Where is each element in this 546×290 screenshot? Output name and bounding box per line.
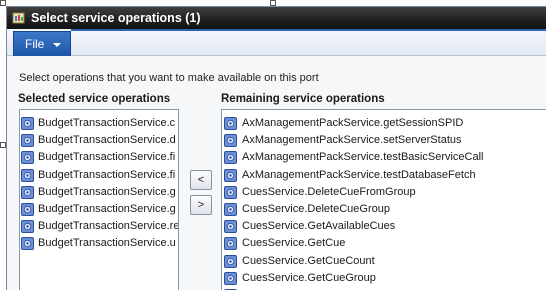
list-item-label: AxManagementPackService.testDatabaseFetc… [242, 168, 476, 181]
app-icon [12, 12, 25, 24]
chevron-down-icon [53, 43, 61, 47]
list-item[interactable]: BudgetTransactionService.u [20, 235, 178, 252]
move-right-button[interactable]: > [190, 195, 212, 215]
list-item[interactable]: AxManagementPackService.testBasicService… [222, 149, 546, 166]
selected-operations-list[interactable]: BudgetTransactionService.c BudgetTransact… [19, 109, 179, 290]
list-item[interactable]: BudgetTransactionService.re [20, 218, 178, 235]
list-item-label: CuesService.GetCueGroup [242, 271, 376, 284]
list-item[interactable]: CuesService.DeleteCueGroup [222, 201, 546, 218]
list-item[interactable]: BudgetTransactionService.d [20, 132, 178, 149]
list-item-label: CuesService.GetAvailableCues [242, 220, 396, 233]
list-item[interactable]: CuesService.GetCue [222, 235, 546, 252]
service-operation-icon [21, 220, 34, 234]
resize-handle-top-center[interactable] [270, 0, 276, 6]
service-operation-icon [224, 254, 237, 268]
list-item-label: AxManagementPackService.setServerStatus [242, 134, 462, 147]
file-tab[interactable]: File [13, 31, 71, 56]
list-item-label: CuesService.GetCue [242, 237, 346, 250]
list-item[interactable]: BudgetTransactionService.g [20, 184, 178, 201]
service-operation-icon [224, 117, 237, 130]
service-operation-icon [21, 151, 34, 165]
service-operation-icon [21, 134, 34, 148]
move-left-button[interactable]: < [190, 170, 212, 190]
list-item-label: BudgetTransactionService.fi [38, 151, 176, 164]
service-operation-icon [224, 151, 237, 165]
list-item-label: AxManagementPackService.getSessionSPID [242, 117, 464, 129]
list-item[interactable]: AxManagementPackService.getSessionSPID [222, 115, 546, 132]
list-item[interactable]: CuesService.DeleteCueFromGroup [222, 184, 546, 201]
list-item[interactable]: AxManagementPackService.testDatabaseFetc… [222, 167, 546, 184]
service-operation-icon [21, 117, 34, 130]
service-operation-icon [21, 185, 34, 199]
list-item-label: BudgetTransactionService.g [38, 185, 176, 198]
ribbon: File [7, 29, 546, 56]
service-operation-icon [224, 220, 237, 234]
list-item-label: CuesService.DeleteCueGroup [242, 202, 390, 215]
service-operation-icon [21, 237, 34, 251]
service-operation-icon [224, 168, 237, 182]
select-service-operations-dialog: Select service operations (1) File Selec… [6, 6, 546, 290]
window-title: Select service operations (1) [31, 11, 201, 25]
resize-handle-top-left[interactable] [0, 0, 6, 6]
service-operation-icon [21, 202, 34, 216]
list-item[interactable]: BudgetTransactionService.g [20, 201, 178, 218]
list-item[interactable]: AxManagementPackService.setServerStatus [222, 132, 546, 149]
list-item-label: BudgetTransactionService.d [38, 134, 176, 147]
list-item-label: BudgetTransactionService.u [38, 237, 176, 250]
selected-list-label: Selected service operations [18, 93, 171, 105]
service-operation-icon [21, 168, 34, 182]
list-item-label: CuesService.DeleteCueFromGroup [242, 185, 416, 198]
list-item[interactable]: BudgetTransactionService.c [20, 115, 178, 132]
service-operation-icon [224, 202, 237, 216]
list-item-label: BudgetTransactionService.fi [38, 168, 176, 181]
service-operation-icon [224, 271, 237, 285]
remaining-list-label: Remaining service operations [221, 93, 385, 105]
title-bar: Select service operations (1) [7, 7, 546, 29]
list-item[interactable]: CuesService.GetCueCount [222, 253, 546, 270]
service-operation-icon [224, 134, 237, 148]
ribbon-accent-line [71, 29, 546, 31]
list-item-label: BudgetTransactionService.c [38, 117, 176, 129]
service-operation-icon [224, 237, 237, 251]
remaining-operations-list[interactable]: AxManagementPackService.getSessionSPID Ax… [221, 109, 546, 290]
dialog-content: Select operations that you want to make … [7, 57, 546, 290]
list-item[interactable]: CuesService.GetCueGroup [222, 270, 546, 287]
list-item-label: BudgetTransactionService.g [38, 202, 176, 215]
list-item-label: CuesService.GetCueCount [242, 254, 375, 267]
list-item[interactable]: BudgetTransactionService.fi [20, 149, 178, 166]
list-item-label: AxManagementPackService.testBasicService… [242, 151, 484, 164]
list-item[interactable]: CuesService.GetAvailableCues [222, 218, 546, 235]
instructions-text: Select operations that you want to make … [19, 72, 319, 84]
file-tab-label: File [25, 37, 45, 51]
list-item-label: BudgetTransactionService.re [38, 220, 179, 233]
list-item[interactable]: BudgetTransactionService.fi [20, 167, 178, 184]
resize-handle-left-middle[interactable] [0, 142, 6, 148]
service-operation-icon [224, 185, 237, 199]
